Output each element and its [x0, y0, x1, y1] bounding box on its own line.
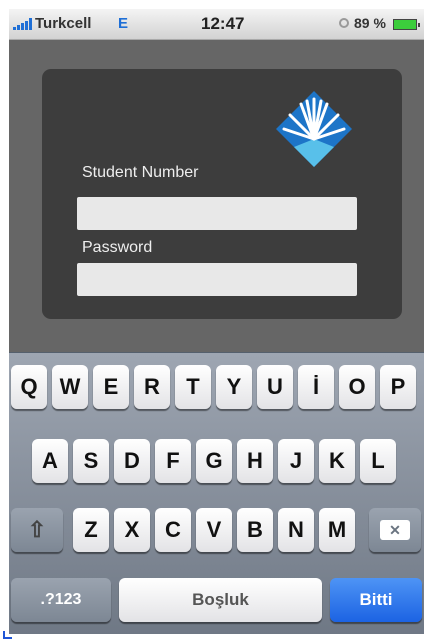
key-n[interactable]: N: [278, 508, 314, 552]
network-type: E: [118, 15, 129, 32]
key-q[interactable]: Q: [11, 365, 47, 409]
resize-arrow-icon: [3, 631, 12, 639]
shift-icon: ⇧: [27, 517, 47, 542]
rotation-lock-icon: [339, 18, 349, 28]
key-o[interactable]: O: [339, 365, 375, 409]
backspace-key[interactable]: ✕: [369, 508, 421, 552]
done-key[interactable]: Bitti: [330, 578, 422, 622]
student-number-label: Student Number: [82, 164, 199, 181]
key-x[interactable]: X: [114, 508, 150, 552]
backspace-icon: ✕: [380, 520, 410, 540]
student-number-input[interactable]: [77, 197, 357, 230]
keyboard: Q W E R T Y U İ O P A S D F G H J K L ⇧ …: [9, 352, 424, 634]
key-b[interactable]: B: [237, 508, 273, 552]
key-j[interactable]: J: [278, 439, 314, 483]
battery-percent: 89 %: [354, 15, 386, 31]
key-w[interactable]: W: [52, 365, 88, 409]
key-r[interactable]: R: [134, 365, 170, 409]
key-y[interactable]: Y: [216, 365, 252, 409]
key-v[interactable]: V: [196, 508, 232, 552]
login-panel: Student Number Password: [42, 69, 402, 319]
key-h[interactable]: H: [237, 439, 273, 483]
key-z[interactable]: Z: [73, 508, 109, 552]
key-i-dotted[interactable]: İ: [298, 365, 334, 409]
university-logo-icon: [276, 91, 352, 167]
password-label: Password: [82, 239, 153, 256]
key-k[interactable]: K: [319, 439, 355, 483]
key-c[interactable]: C: [155, 508, 191, 552]
key-m[interactable]: M: [319, 508, 355, 552]
carrier-name: Turkcell: [35, 15, 92, 32]
key-d[interactable]: D: [114, 439, 150, 483]
shift-key[interactable]: ⇧: [11, 508, 63, 552]
space-key[interactable]: Boşluk: [119, 578, 322, 622]
battery-icon: [393, 19, 420, 30]
key-p[interactable]: P: [380, 365, 416, 409]
key-s[interactable]: S: [73, 439, 109, 483]
key-f[interactable]: F: [155, 439, 191, 483]
status-time: 12:47: [201, 14, 245, 33]
status-bar: Turkcell E 12:47 89 %: [9, 9, 424, 40]
signal-bars-icon: [13, 18, 35, 30]
key-g[interactable]: G: [196, 439, 232, 483]
phone-screen: Turkcell E 12:47 89 % Student Number Pas…: [9, 9, 424, 634]
password-input[interactable]: [77, 263, 357, 296]
key-a[interactable]: A: [32, 439, 68, 483]
key-t[interactable]: T: [175, 365, 211, 409]
key-e[interactable]: E: [93, 365, 129, 409]
key-u[interactable]: U: [257, 365, 293, 409]
key-l[interactable]: L: [360, 439, 396, 483]
numbers-key[interactable]: .?123: [11, 578, 111, 622]
